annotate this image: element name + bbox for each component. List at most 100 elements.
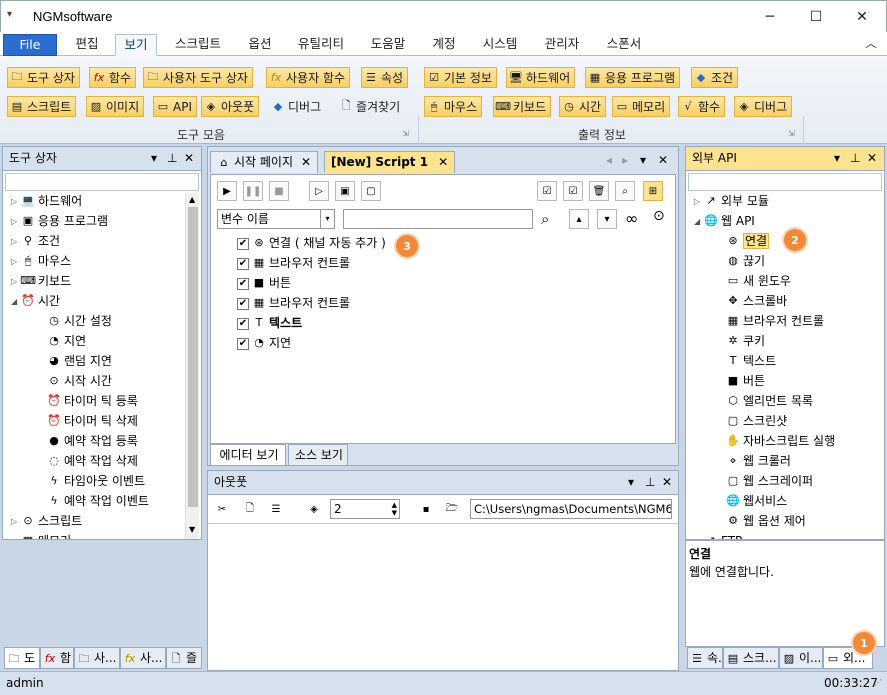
tree-item-web-api[interactable]: ▢ 스크린샷 xyxy=(726,411,787,431)
scroll-thumb[interactable] xyxy=(188,207,198,507)
expander-icon[interactable]: ▷ xyxy=(11,212,21,232)
tree-item-web-api[interactable]: ◍ 끊기 xyxy=(726,251,765,271)
mouse-button[interactable]: 🖱 마우스 xyxy=(424,96,483,117)
tab-scroll-left-icon[interactable]: ◂ xyxy=(606,153,612,167)
tree-item-time-child[interactable]: ϟ 타임아웃 이벤트 xyxy=(47,471,145,491)
spinner-arrows-icon[interactable]: ▲ ▼ xyxy=(392,501,397,517)
tree-item[interactable]: ▷ ↗ 외부 모듈 xyxy=(694,191,769,211)
script-line[interactable]: ✔ ▦ 브라우저 컨트롤 xyxy=(237,293,350,313)
tab-sponsor[interactable]: 스폰서 xyxy=(596,34,652,56)
script-button[interactable]: ▤ 스크립트 xyxy=(7,96,77,117)
checkbox[interactable]: ✔ xyxy=(237,337,249,350)
favorites-button[interactable]: 🗋 즐겨찾기 xyxy=(336,96,405,117)
minimize-button[interactable]: ─ xyxy=(747,1,793,33)
tree-item-time-child[interactable]: ◷ 시간 설정 xyxy=(47,311,112,331)
pin-icon[interactable]: ⊥ xyxy=(850,147,860,170)
tree-item-time-child[interactable]: ⊙ 시작 시간 xyxy=(47,371,112,391)
stop-button[interactable]: ■ xyxy=(269,181,289,201)
left-bottom-tab-toolbox[interactable]: 🗀 도 xyxy=(4,647,40,669)
scroll-up-icon[interactable]: ▲ xyxy=(189,195,195,204)
editor-search-input[interactable] xyxy=(343,209,533,229)
expander-icon[interactable]: ▷ xyxy=(11,532,21,540)
tree-item-time-child[interactable]: ● 예약 작업 등록 xyxy=(47,431,138,451)
debug-button[interactable]: ◆ 디버그 xyxy=(268,96,326,117)
checkbox[interactable]: ✔ xyxy=(237,237,249,250)
script-line[interactable]: ✔ ⊛ 연결 ( 채널 자동 추가 ) xyxy=(237,233,386,253)
script-line[interactable]: ✔ ◔ 지연 xyxy=(237,333,291,353)
tree-item-web-api[interactable]: ▭ 새 윈도우 xyxy=(726,271,791,291)
user-toolbox-button[interactable]: 🗀 사용자 도구 상자 xyxy=(143,67,253,88)
function-output-button[interactable]: √ 함수 xyxy=(678,96,726,117)
expander-icon[interactable]: ◢ xyxy=(11,292,21,312)
scroll-down-icon[interactable]: ▼ xyxy=(189,525,195,534)
tree-item-time-child[interactable]: ◔ 지연 xyxy=(47,331,86,351)
expander-icon[interactable]: ▷ xyxy=(11,192,21,212)
save-icon[interactable]: ▪ xyxy=(416,499,436,519)
tree-item[interactable]: ▷▦메모리 xyxy=(11,531,71,540)
tree-item-time-child[interactable]: ⏰ 타이머 틱 삭제 xyxy=(47,411,138,431)
tree-item-web-api[interactable]: ▢ 웹 스크레이퍼 xyxy=(726,471,813,491)
close-icon[interactable]: ✕ xyxy=(867,147,877,170)
tab-help[interactable]: 도움말 xyxy=(360,34,416,56)
expander-icon[interactable]: ▷ xyxy=(11,252,21,272)
check-all-button[interactable]: ☑ xyxy=(537,181,557,201)
variable-select[interactable]: 변수 이름 ▾ xyxy=(217,209,335,229)
function-button[interactable]: fx 함수 xyxy=(89,67,137,88)
expander-icon[interactable]: ◢ xyxy=(694,212,704,232)
tree-item[interactable]: ▷↗FTP xyxy=(694,531,742,540)
eraser-icon[interactable]: ◈ xyxy=(304,499,324,519)
clear-log-button[interactable]: ✂ xyxy=(212,499,232,519)
time-button[interactable]: ◷ 시간 xyxy=(559,96,607,117)
list-icon[interactable]: ☰ xyxy=(266,499,286,519)
search-button[interactable]: ⌕ xyxy=(615,181,635,201)
tree-item-web-api[interactable]: ✋ 자바스크립트 실행 xyxy=(726,431,835,451)
checkbox[interactable]: ✔ xyxy=(237,317,249,330)
close-icon[interactable]: ✕ xyxy=(301,155,311,169)
tree-item[interactable]: ▷ ⚲ 조건 xyxy=(11,231,60,251)
log-file-button[interactable]: 🗋 xyxy=(240,499,260,519)
checkbox[interactable]: ✔ xyxy=(237,297,249,310)
tree-item[interactable]: ◢ 🌐 웹 API xyxy=(694,211,755,231)
log-path-input[interactable]: C:\Users\ngmas\Documents\NGM6\ xyxy=(470,499,672,519)
tab-edit[interactable]: 편집 xyxy=(64,34,110,56)
step-button[interactable]: ▷ xyxy=(309,181,329,201)
tree-item-web-api[interactable]: ■ 버튼 xyxy=(726,371,765,391)
right-bottom-tab-properties[interactable]: ☰속... xyxy=(687,647,723,669)
tab-file[interactable]: File xyxy=(3,34,57,56)
expander-icon[interactable]: ▷ xyxy=(11,232,21,252)
tab-script[interactable]: 스크립트 xyxy=(164,34,232,56)
tab-admin[interactable]: 관리자 xyxy=(534,34,590,56)
tree-item[interactable]: ▷ 💻 하드웨어 xyxy=(11,191,82,211)
left-bottom-tab-user-function[interactable]: fx 사... xyxy=(120,647,166,669)
keyboard-button[interactable]: ⌨ 키보드 xyxy=(493,96,552,117)
close-button[interactable]: ✕ xyxy=(839,1,885,33)
expander-icon[interactable]: ▷ xyxy=(694,192,704,212)
tree-item[interactable]: ▷ ⊙ 스크립트 xyxy=(11,511,82,531)
tab-script-1[interactable]: [New] Script 1 ✕ xyxy=(324,151,456,173)
hardware-button[interactable]: 🖥 하드웨어 xyxy=(506,67,576,88)
dropdown-icon[interactable]: ▾ xyxy=(628,471,634,494)
api-button[interactable]: ▭ API xyxy=(153,96,197,117)
tab-scroll-right-icon[interactable]: ▸ xyxy=(622,153,628,167)
tab-account[interactable]: 계정 xyxy=(422,34,466,56)
tab-utility[interactable]: 유틸리티 xyxy=(288,34,354,56)
tree-item-web-api[interactable]: ⚙ 웹 옵션 제어 xyxy=(726,511,806,531)
check-button[interactable]: ☑ xyxy=(563,181,583,201)
toolbox-search-input[interactable] xyxy=(5,173,199,191)
maximize-button[interactable]: ☐ xyxy=(793,1,839,33)
image-button[interactable]: ▨ 이미지 xyxy=(86,96,145,117)
tab-start-page[interactable]: ⌂ 시작 페이지 ✕ xyxy=(210,151,319,173)
tree-item-time-child[interactable]: ⏰ 타이머 틱 등록 xyxy=(47,391,138,411)
tab-source-view[interactable]: 소스 보기 xyxy=(288,444,348,466)
system-menu-icon[interactable]: ▾ xyxy=(7,9,12,20)
tree-view-button[interactable]: ⊞ xyxy=(643,181,663,201)
tree-item-web-api[interactable]: ✲ 쿠키 xyxy=(726,331,765,351)
pin-icon[interactable]: ⊥ xyxy=(167,147,177,170)
script-line[interactable]: ✔ ■ 버튼 xyxy=(237,273,291,293)
move-up-button[interactable]: ▴ xyxy=(569,209,589,229)
condition-button[interactable]: ◆ 조건 xyxy=(691,67,739,88)
step-into-button[interactable]: ▣ xyxy=(335,181,355,201)
tree-item-web-api[interactable]: ⬡ 엘리먼트 목록 xyxy=(726,391,813,411)
left-bottom-tab-favorites[interactable]: 🗋 즐 xyxy=(166,647,202,669)
left-bottom-tab-function[interactable]: fx 함 xyxy=(40,647,74,669)
